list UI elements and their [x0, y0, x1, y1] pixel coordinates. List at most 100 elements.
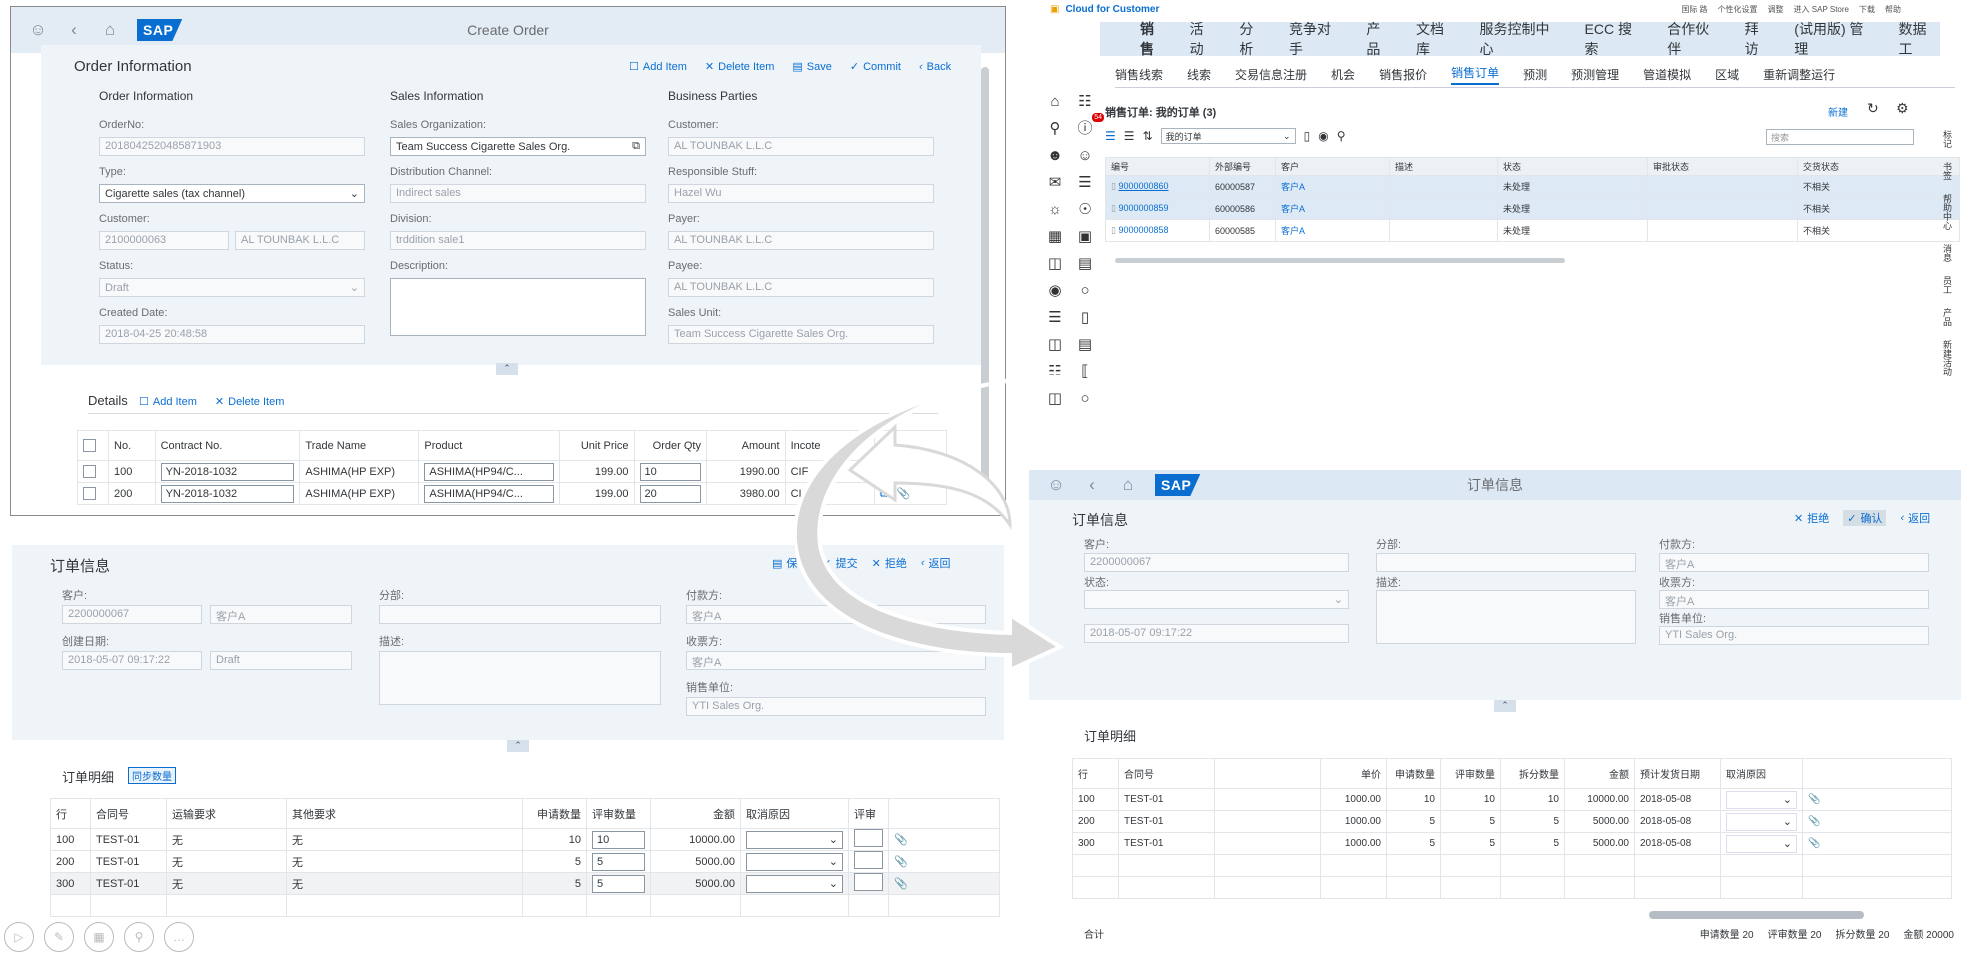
- view-select[interactable]: 我的订单 ⌄: [1160, 128, 1296, 144]
- location-icon[interactable]: ○: [1070, 277, 1100, 304]
- cell-attach[interactable]: 📎: [888, 850, 1000, 873]
- money-icon[interactable]: ☼: [1040, 196, 1070, 223]
- cell-attach[interactable]: 📎: [1802, 788, 1952, 811]
- review-input[interactable]: [854, 829, 883, 847]
- select-all-checkbox[interactable]: [83, 439, 96, 452]
- sales-org-field[interactable]: Team Success Cigarette Sales Org. ⧉: [390, 137, 646, 156]
- product-input[interactable]: ASHIMA(HP94/C...: [424, 484, 555, 503]
- search-icon[interactable]: ⚲: [1040, 115, 1070, 142]
- sales-unit-field[interactable]: YTI Sales Org.: [686, 697, 986, 716]
- checklist-icon[interactable]: ☰: [1070, 169, 1100, 196]
- commit-button[interactable]: ✓ Commit: [850, 60, 901, 74]
- orderno-field[interactable]: 2018042520485871903: [99, 137, 365, 156]
- row-checkbox-cell[interactable]: [76, 460, 110, 483]
- status-select[interactable]: ⌄: [1084, 590, 1349, 609]
- table-view-icon[interactable]: ☰: [1124, 129, 1135, 143]
- cell-cancel[interactable]: ⌄: [1720, 832, 1803, 855]
- cell-contract[interactable]: YN-2018-1032: [154, 460, 301, 483]
- cancel-reason-select[interactable]: ⌄: [746, 830, 843, 849]
- payee-field[interactable]: AL TOUNBAK L.L.C: [668, 278, 934, 297]
- top-link[interactable]: 调整: [1768, 4, 1784, 15]
- zoom-icon[interactable]: ⚲: [1337, 129, 1346, 143]
- side-messages[interactable]: 消息: [1932, 244, 1954, 262]
- reject-button[interactable]: ✕ 拒绝: [1794, 510, 1829, 526]
- pen-icon[interactable]: ✎: [44, 922, 74, 952]
- cancel-reason-select[interactable]: ⌄: [746, 874, 843, 893]
- sales-unit-field[interactable]: Team Success Cigarette Sales Org.: [668, 325, 934, 344]
- side-bookmarks[interactable]: 书签: [1932, 162, 1954, 180]
- back-icon[interactable]: ‹: [65, 20, 83, 40]
- side-bookmark[interactable]: 标记: [1932, 130, 1954, 148]
- review-qty-input[interactable]: 5: [592, 874, 645, 893]
- nav-data[interactable]: 数据工: [1899, 19, 1941, 59]
- slides-icon[interactable]: ▦: [84, 922, 114, 952]
- created-field[interactable]: 2018-05-07 09:17:22: [1084, 624, 1349, 643]
- delete-item-button[interactable]: ✕ Delete Item: [705, 60, 774, 74]
- home-icon[interactable]: ⌂: [1119, 475, 1137, 495]
- description-textarea[interactable]: [390, 278, 646, 336]
- status-field[interactable]: Draft: [210, 651, 352, 670]
- home-icon[interactable]: ⌂: [101, 20, 119, 40]
- nav-library[interactable]: 文档库: [1416, 19, 1458, 59]
- nav-activity[interactable]: 活动: [1190, 19, 1218, 59]
- cell-id[interactable]: ▯ 9000000860: [1105, 175, 1210, 198]
- cell-qty[interactable]: 20: [633, 482, 707, 505]
- payee-field[interactable]: 客户A: [1659, 590, 1929, 609]
- file-icon[interactable]: ◫: [1040, 331, 1070, 358]
- responsible-field[interactable]: Hazel Wu: [668, 184, 934, 203]
- table-row[interactable]: 300 TEST-01 无 无 5 5 5000.00 ⌄ 📎: [50, 872, 1000, 895]
- cancel-reason-select[interactable]: ⌄: [1726, 790, 1797, 809]
- collapse-header-button[interactable]: ⌃: [507, 740, 529, 752]
- qty-input[interactable]: 20: [639, 484, 701, 503]
- collapse-header-button[interactable]: ⌃: [496, 363, 518, 375]
- person-icon[interactable]: ☻: [1040, 142, 1070, 169]
- cell-product[interactable]: ASHIMA(HP94/C...: [418, 482, 561, 505]
- horizontal-scrollbar[interactable]: [1649, 911, 1864, 919]
- presentation-icon[interactable]: ▣: [1070, 223, 1100, 250]
- cell-attach[interactable]: 📎: [1802, 832, 1952, 855]
- details-add-item-button[interactable]: ☐ Add Item: [139, 395, 197, 409]
- attachment-icon[interactable]: 📎: [894, 878, 908, 890]
- status-select[interactable]: Draft ⌄: [99, 278, 365, 297]
- customer-field[interactable]: 2200000067: [1084, 553, 1349, 572]
- add-item-button[interactable]: ☐ Add Item: [629, 60, 687, 74]
- table-row[interactable]: ▯ 9000000858 60000585 客户A 未处理 不相关: [1105, 219, 1960, 242]
- team-icon[interactable]: ☺: [1070, 142, 1100, 169]
- chart-icon[interactable]: ▦: [1040, 223, 1070, 250]
- subnav-sales-order[interactable]: 销售订单: [1451, 64, 1500, 85]
- side-new-activity[interactable]: 新建活动: [1932, 340, 1954, 376]
- cell-product[interactable]: ASHIMA(HP94/C...: [418, 460, 561, 483]
- cancel-reason-select[interactable]: ⌄: [746, 852, 843, 871]
- report-icon[interactable]: ▤: [1070, 331, 1100, 358]
- nav-competitor[interactable]: 竞争对手: [1289, 19, 1344, 59]
- attachment-icon[interactable]: 📎: [894, 834, 908, 846]
- distribution-field[interactable]: Indirect sales: [390, 184, 646, 203]
- attachment-icon[interactable]: 📎: [1808, 794, 1820, 805]
- value-help-icon[interactable]: ⧉: [632, 140, 640, 153]
- calendar-icon[interactable]: ☷: [1070, 88, 1100, 115]
- review-qty-input[interactable]: 5: [592, 852, 645, 871]
- notification-icon[interactable]: ⓘ 54: [1070, 113, 1104, 142]
- cell-customer[interactable]: 客户A: [1275, 197, 1390, 220]
- cell-attach[interactable]: 📎: [1802, 810, 1952, 833]
- subnav-opportunity[interactable]: 机会: [1331, 66, 1355, 83]
- nav-analysis[interactable]: 分析: [1239, 19, 1267, 59]
- cell-contract[interactable]: YN-2018-1032: [154, 482, 301, 505]
- bp-customer-field[interactable]: AL TOUNBAK L.L.C: [668, 137, 934, 156]
- list-view-icon[interactable]: ☰: [1105, 129, 1116, 143]
- cell-cancel[interactable]: ⌄: [740, 850, 849, 873]
- description-textarea[interactable]: [1376, 590, 1636, 644]
- cell-rev[interactable]: 5: [586, 872, 651, 895]
- subnav-leads[interactable]: 销售线索: [1115, 66, 1163, 83]
- user-icon[interactable]: ☺: [29, 20, 47, 40]
- document-icon[interactable]: ◫: [1040, 250, 1070, 277]
- home-icon[interactable]: ⌂: [1040, 88, 1070, 115]
- attachment-icon[interactable]: 📎: [1808, 838, 1820, 849]
- gear-icon[interactable]: ⚙: [1896, 100, 1909, 117]
- search-input[interactable]: 搜索: [1766, 129, 1914, 145]
- contract-input[interactable]: YN-2018-1032: [160, 484, 295, 503]
- new-button[interactable]: 新建: [1828, 104, 1848, 119]
- order-link[interactable]: 9000000858: [1118, 225, 1168, 235]
- side-employee[interactable]: 员工: [1932, 276, 1954, 294]
- side-help[interactable]: 帮助中心: [1932, 194, 1954, 230]
